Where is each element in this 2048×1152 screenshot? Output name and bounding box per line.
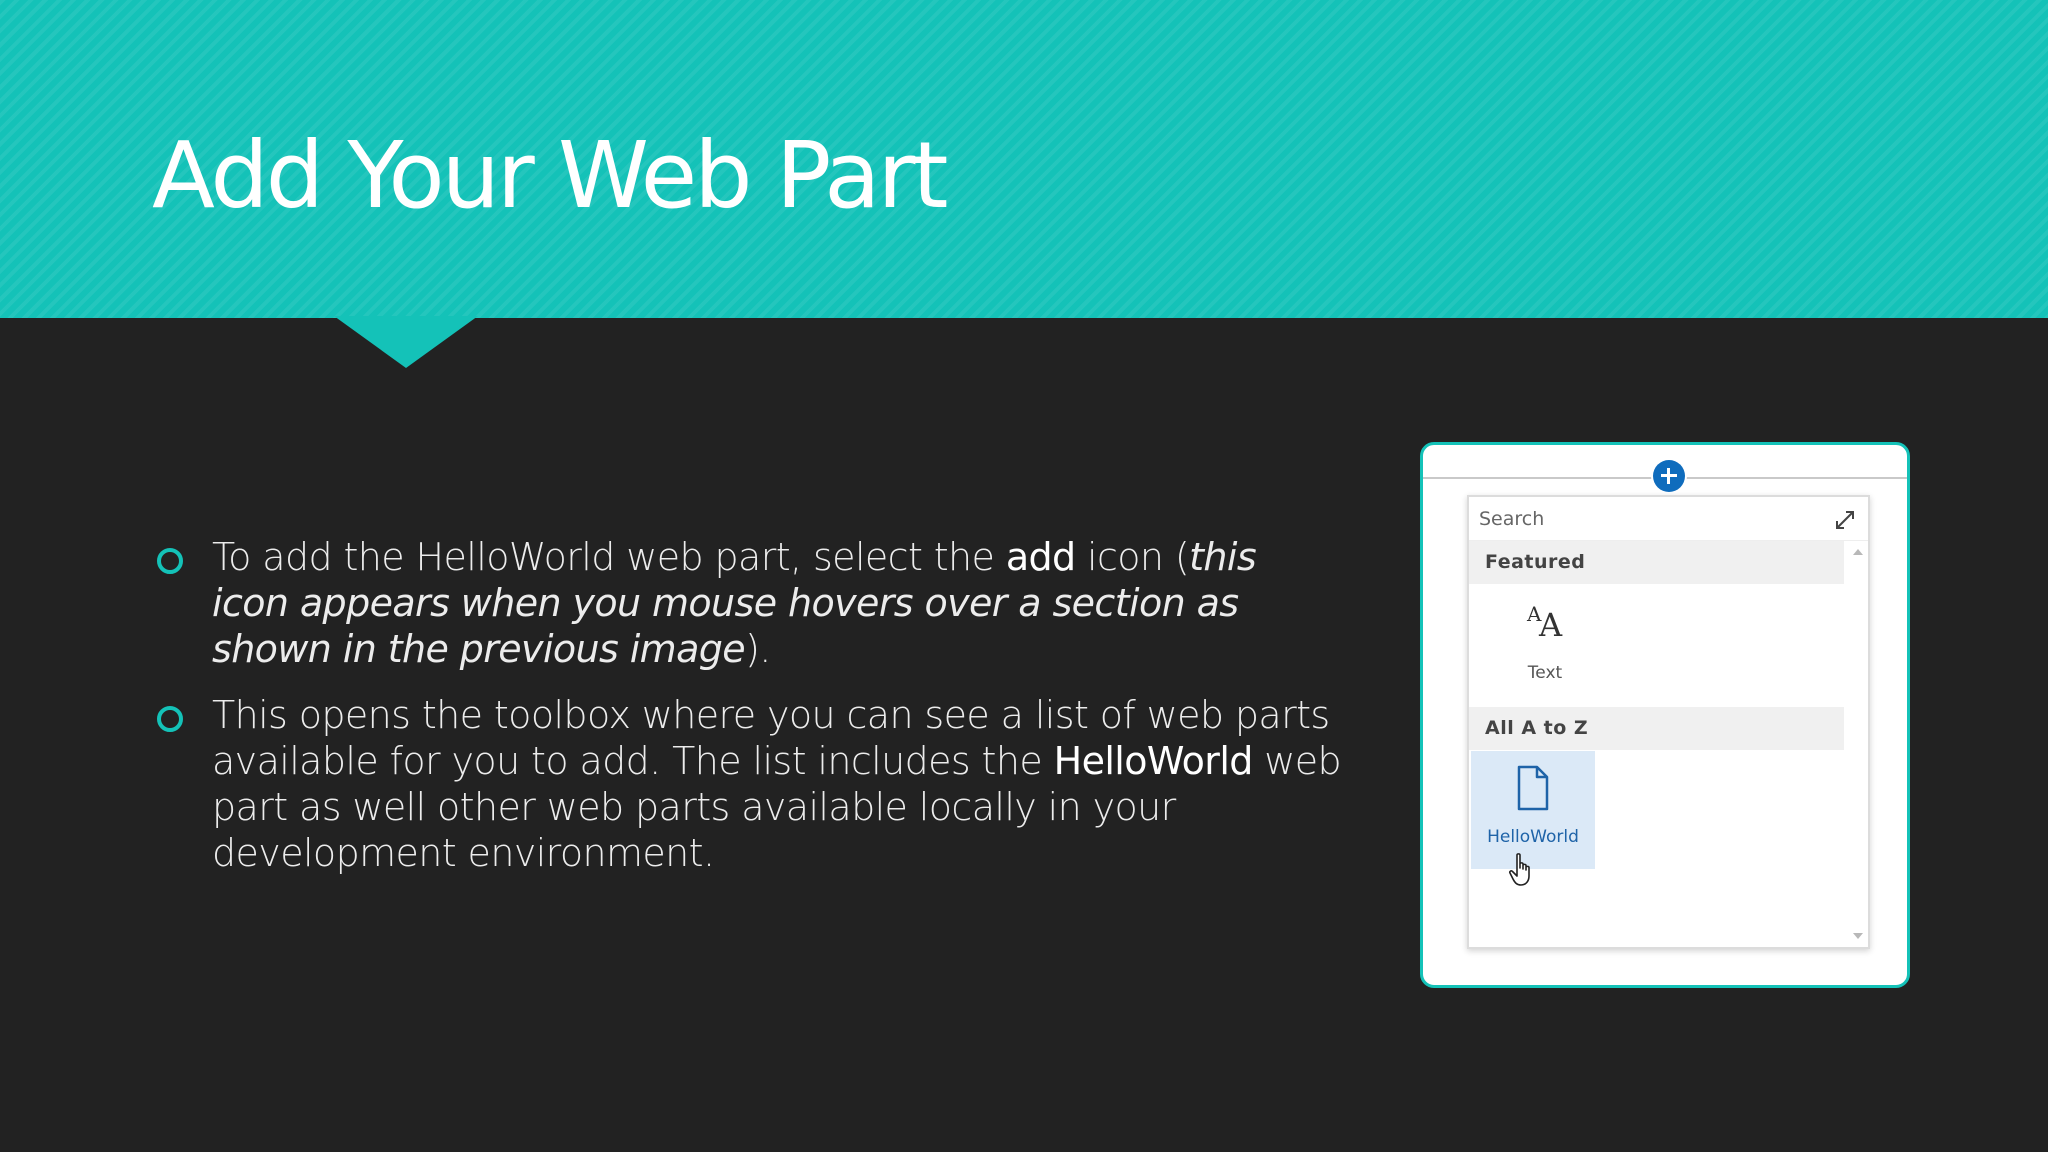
bullet-ring-icon [157,706,183,732]
all-a-to-z-header: All A to Z [1469,707,1844,750]
add-webpart-button[interactable] [1653,460,1685,492]
bullet-text: This opens the toolbox where you can see… [212,693,1342,875]
text-font-icon: AA [1527,602,1563,644]
hand-cursor-icon [1509,853,1530,886]
webpart-tile-text[interactable]: AA Text [1483,587,1607,705]
document-icon [1517,765,1549,811]
bullet-text: To add the HelloWorld web part, select t… [212,535,1257,671]
featured-header: Featured [1469,541,1844,584]
bullet-list: To add the HelloWorld web part, select t… [152,534,1342,896]
search-input[interactable] [1479,505,1799,533]
toolbox-screenshot: Featured AA Text All A to Z HelloWorld [1420,442,1910,988]
banner-notch [334,316,478,368]
scroll-up-arrow-icon[interactable] [1853,549,1863,555]
scroll-down-arrow-icon[interactable] [1853,933,1863,939]
bullet-item-toolbox: This opens the toolbox where you can see… [152,692,1342,876]
bullet-item-add-webpart: To add the HelloWorld web part, select t… [152,534,1342,672]
scrollbar[interactable] [1846,541,1868,947]
expand-icon[interactable] [1834,509,1856,531]
bullet-ring-icon [157,548,183,574]
slide-title: Add Your Web Part [152,122,948,229]
search-row [1469,497,1868,541]
